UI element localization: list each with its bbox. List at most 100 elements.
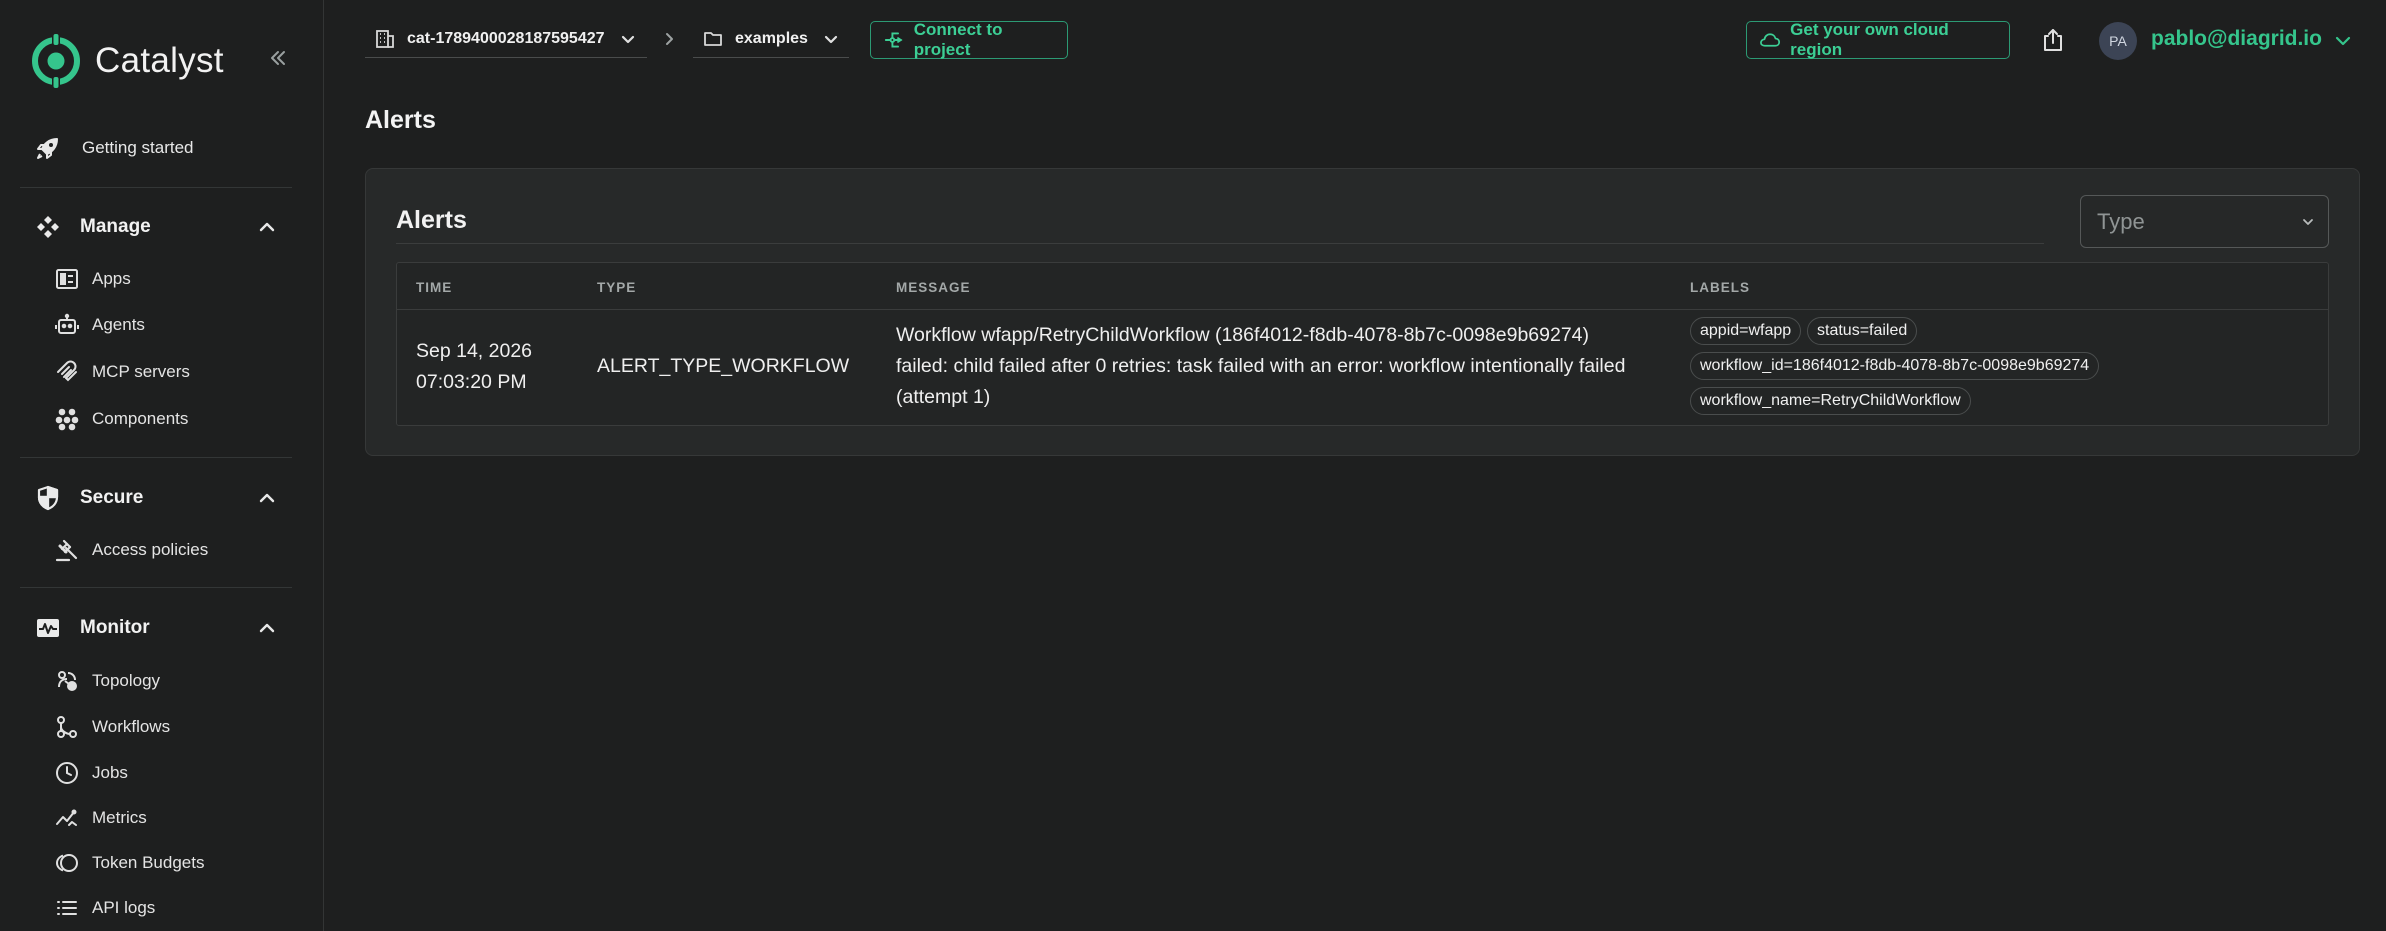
column-header-message[interactable]: MESSAGE: [896, 280, 971, 295]
sidebar-item-label: Agents: [92, 315, 145, 334]
rocket-icon: [37, 138, 58, 159]
sidebar-divider: [20, 587, 292, 588]
sidebar-item-apps[interactable]: Apps: [55, 264, 131, 294]
label-chip: status=failed: [1807, 317, 1918, 345]
sidebar-item-api-logs[interactable]: API logs: [55, 893, 155, 923]
label-chip: workflow_id=186f4012-f8db-4078-8b7c-0098…: [1690, 352, 2100, 380]
alert-time-clock: 07:03:20 PM: [416, 371, 527, 393]
sidebar-item-jobs[interactable]: Jobs: [55, 758, 128, 788]
chevron-down-icon: [621, 35, 634, 43]
apps-icon: [56, 269, 78, 289]
sidebar-divider: [20, 187, 292, 188]
sidebar-item-label: Jobs: [92, 763, 128, 782]
sidebar-section-manage[interactable]: Manage: [35, 210, 275, 244]
sidebar-item-mcp-servers[interactable]: MCP servers: [55, 357, 190, 387]
sidebar: Catalyst Getting started Manage Apps Age…: [0, 0, 324, 931]
label-chip: appid=wfapp: [1690, 317, 1802, 345]
type-filter-select[interactable]: Type: [2080, 195, 2329, 248]
column-header-type[interactable]: TYPE: [597, 280, 636, 295]
folder-icon: [704, 31, 722, 46]
sidebar-item-label: Workflows: [92, 717, 171, 736]
sidebar-section-secure[interactable]: Secure: [35, 481, 275, 515]
sidebar-item-metrics[interactable]: Metrics: [55, 803, 147, 833]
table-header-divider: [397, 309, 2328, 310]
sidebar-section-label: Manage: [80, 216, 151, 237]
sidebar-divider: [20, 457, 292, 458]
alert-message-line: failed: child failed after 0 retries: ta…: [896, 355, 1626, 377]
column-header-labels[interactable]: LABELS: [1690, 280, 1750, 295]
sidebar-item-agents[interactable]: Agents: [55, 310, 145, 340]
sidebar-item-label: Access policies: [92, 540, 209, 559]
sidebar-item-label: Apps: [92, 269, 131, 288]
sidebar-item-token-budgets[interactable]: Token Budgets: [55, 848, 204, 878]
user-email[interactable]: pablo@diagrid.io: [2151, 27, 2322, 51]
cloud-button-label: Get your own cloud region: [1790, 20, 1949, 59]
manage-icon: [37, 216, 59, 238]
chevron-up-icon: [259, 493, 275, 503]
page-title: Alerts: [365, 106, 436, 134]
connect-to-project-button[interactable]: Connect to project: [870, 20, 1068, 59]
app-name: Catalyst: [95, 41, 224, 80]
alert-time-date: Sep 14, 2026: [416, 340, 533, 362]
sidebar-item-label: Token Budgets: [92, 853, 205, 872]
sidebar-item-access-policies[interactable]: Access policies: [55, 535, 208, 565]
shield-icon: [37, 485, 59, 511]
metrics-icon: [56, 809, 77, 826]
card-title-underline: [396, 243, 2044, 244]
sidebar-item-label: Getting started: [82, 138, 194, 157]
chevron-down-icon: [824, 35, 838, 43]
sidebar-item-topology[interactable]: Topology: [55, 666, 160, 696]
list-icon: [57, 901, 77, 915]
avatar[interactable]: PA: [2099, 22, 2137, 60]
org-selector[interactable]: cat-1789400028187595427: [365, 20, 647, 58]
alerts-card: Alerts Type TIME TYPE MESSAGE LABELS Sep…: [365, 168, 2360, 456]
monitor-icon: [37, 619, 59, 637]
sidebar-item-workflows[interactable]: Workflows: [55, 712, 170, 742]
components-icon: [55, 408, 79, 431]
share-icon: [2044, 29, 2062, 51]
share-button[interactable]: [2039, 26, 2067, 54]
sidebar-item-label: Components: [92, 409, 189, 428]
chevron-up-icon: [259, 623, 275, 633]
collapse-sidebar-button[interactable]: [266, 46, 290, 70]
token-icon: [55, 854, 78, 872]
column-header-time[interactable]: TIME: [416, 280, 452, 295]
sidebar-item-label: Topology: [92, 671, 161, 690]
alert-message-line: (attempt 1): [896, 386, 991, 408]
org-name: cat-1789400028187595427: [407, 29, 605, 47]
catalyst-logo-icon: [32, 34, 80, 88]
project-name: examples: [735, 29, 808, 47]
type-filter-placeholder: Type: [2097, 208, 2145, 234]
alert-type: ALERT_TYPE_WORKFLOW: [597, 355, 850, 377]
agent-icon: [55, 313, 79, 334]
sidebar-item-getting-started[interactable]: Getting started: [35, 132, 194, 164]
alerts-table: TIME TYPE MESSAGE LABELS Sep 14, 2026 07…: [396, 262, 2329, 426]
topology-icon: [58, 671, 77, 691]
sidebar-item-label: MCP servers: [92, 362, 190, 381]
sidebar-item-label: Metrics: [92, 808, 147, 827]
cloud-region-button[interactable]: Get your own cloud region: [1746, 20, 2010, 59]
sidebar-item-components[interactable]: Components: [55, 404, 188, 434]
chevron-down-icon: [2303, 219, 2313, 225]
cloud-icon: [1760, 33, 1781, 47]
workflow-icon: [57, 716, 77, 738]
sidebar-section-label: Monitor: [80, 617, 150, 638]
sidebar-section-label: Secure: [80, 487, 144, 508]
sidebar-section-monitor[interactable]: Monitor: [35, 611, 275, 645]
building-icon: [376, 29, 394, 48]
card-title: Alerts: [396, 206, 467, 234]
chevron-up-icon: [259, 222, 275, 232]
project-selector[interactable]: examples: [693, 20, 849, 58]
sidebar-item-label: API logs: [92, 898, 156, 917]
connect-icon: [884, 32, 903, 48]
alert-message-line: Workflow wfapp/RetryChildWorkflow (186f4…: [896, 324, 1590, 346]
user-menu-chevron-down-icon[interactable]: [2332, 30, 2354, 52]
gavel-icon: [55, 539, 78, 562]
app-logo[interactable]: Catalyst: [29, 34, 224, 88]
connect-button-label: Connect to project: [913, 20, 1003, 59]
breadcrumb-chevron-right-icon: [666, 33, 673, 45]
clock-icon: [56, 762, 78, 784]
double-chevron-left-icon: [271, 51, 285, 65]
label-chip: workflow_name=RetryChildWorkflow: [1690, 387, 1971, 415]
mcp-icon: [57, 360, 77, 382]
